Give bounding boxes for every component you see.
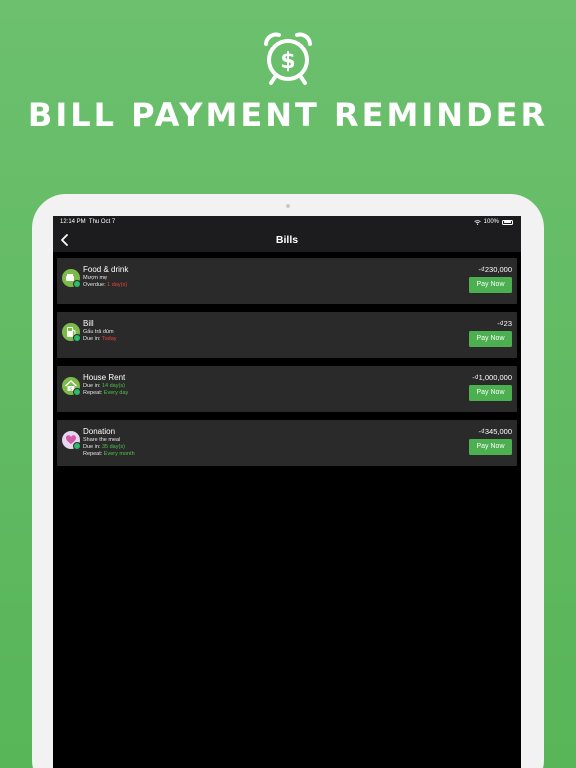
- bill-amount: -₫345,000: [478, 427, 512, 436]
- status-time: 12:14 PM: [60, 219, 86, 225]
- repeat-value: Every day: [103, 390, 129, 396]
- bill-note: Share the meal: [83, 437, 121, 443]
- due-label: Overdue:: [83, 282, 106, 288]
- bill-name: Food & drink: [83, 265, 129, 274]
- pay-now-button[interactable]: Pay Now: [469, 439, 512, 455]
- page-headline: BILL PAYMENT REMINDER: [27, 96, 549, 134]
- pay-now-button[interactable]: Pay Now: [469, 385, 512, 401]
- due-label: Due in:: [83, 336, 101, 342]
- tablet-frame: 12:14 PM Thu Oct 7 100% Bills Food & dri…: [32, 194, 544, 768]
- repeat-label: Repeat:: [83, 390, 103, 396]
- bill-row-bill[interactable]: Bill Gấu trả dùm Due in: Today -₫23 Pay …: [57, 312, 517, 358]
- wifi-icon: [473, 219, 481, 225]
- due-value: 35 day(s): [101, 444, 125, 450]
- nav-title: Bills: [275, 234, 299, 246]
- donation-icon: [62, 431, 81, 450]
- house-icon: $: [62, 377, 81, 396]
- bill-name: Bill: [83, 319, 94, 328]
- due-value: Today: [101, 336, 117, 342]
- bills-list: Food & drink Mượn mẹ Overdue: 1 day(s) -…: [57, 258, 517, 474]
- due-value: 1 day(s): [107, 282, 128, 288]
- due-label: Due in:: [83, 383, 101, 389]
- bill-note: Mượn mẹ: [83, 275, 108, 281]
- battery-icon: [502, 219, 513, 225]
- bill-name: House Rent: [83, 373, 126, 382]
- bill-amount: -₫23: [497, 319, 512, 328]
- status-bar: 12:14 PM Thu Oct 7 100%: [53, 216, 521, 228]
- bill-amount: -₫1,000,000: [472, 373, 512, 382]
- bill-amount: -₫230,000: [478, 265, 512, 274]
- bill-name: Donation: [83, 427, 116, 436]
- status-date: Thu Oct 7: [88, 219, 116, 225]
- app-screen: 12:14 PM Thu Oct 7 100% Bills Food & dri…: [53, 216, 521, 768]
- battery-percent: 100%: [483, 219, 499, 225]
- due-value: 14 day(s): [101, 383, 125, 389]
- pay-now-button[interactable]: Pay Now: [469, 331, 512, 347]
- repeat-label: Repeat:: [83, 451, 103, 457]
- gas-pump-icon: [62, 323, 81, 342]
- camera-dot: [286, 204, 290, 208]
- pay-now-button[interactable]: Pay Now: [469, 277, 512, 293]
- nav-bar: Bills: [53, 228, 521, 252]
- due-label: Due in:: [83, 444, 101, 450]
- repeat-value: Every month: [103, 451, 135, 457]
- alarm-clock-dollar-icon: $: [264, 32, 312, 85]
- bill-row-food-drink[interactable]: Food & drink Mượn mẹ Overdue: 1 day(s) -…: [57, 258, 517, 304]
- food-icon: [62, 269, 81, 288]
- svg-text:$: $: [280, 49, 295, 74]
- bill-row-house-rent[interactable]: $ House Rent Due in: 14 day(s) Repeat: E…: [57, 366, 517, 412]
- bill-note: Gấu trả dùm: [83, 329, 114, 335]
- bill-row-donation[interactable]: Donation Share the meal Due in: 35 day(s…: [57, 420, 517, 466]
